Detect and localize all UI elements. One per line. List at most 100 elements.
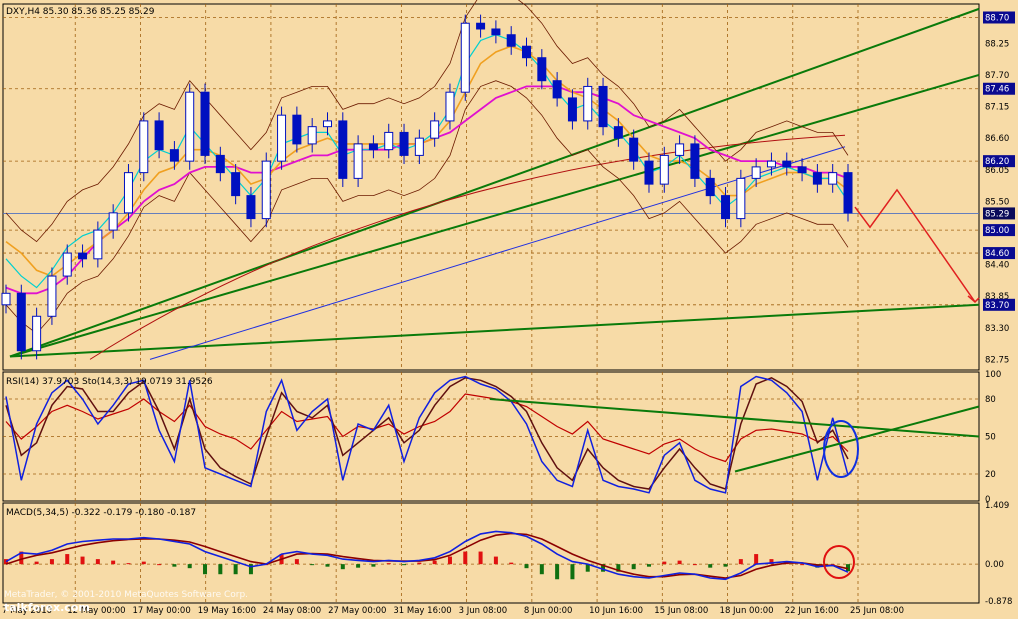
candle-body: [736, 177, 746, 220]
macd-title: MACD(5,34,5) -0.322 -0.179 -0.180 -0.187: [6, 508, 196, 518]
candle-body: [62, 252, 72, 277]
candle-body: [399, 131, 409, 156]
candle-body: [812, 172, 822, 185]
candle-body: [522, 45, 532, 59]
price-axis-label: 82.75: [985, 355, 1009, 365]
price-tag-label: 88.70: [985, 13, 1009, 23]
macd-histogram-bar: [233, 564, 238, 575]
time-axis-label: 3 Jun 08:00: [459, 606, 508, 616]
candle-body: [491, 28, 501, 36]
rsi-axis-label: 80: [985, 395, 996, 405]
macd-histogram-bar: [111, 560, 116, 565]
macd-histogram-bar: [800, 564, 805, 566]
candle-body: [368, 143, 378, 151]
candle-body: [644, 160, 654, 185]
macd-histogram-bar: [509, 562, 514, 565]
time-axis-label: 19 May 16:00: [198, 606, 256, 616]
candle-body: [797, 166, 807, 174]
macd-histogram-bar: [310, 564, 315, 566]
candle-body: [476, 22, 486, 30]
candle-body: [277, 114, 287, 162]
candle-body: [215, 154, 225, 174]
candle-body: [231, 172, 241, 197]
macd-histogram-bar: [325, 564, 330, 567]
candle-body: [32, 315, 42, 352]
macd-histogram-bar: [417, 562, 422, 565]
macd-histogram-bar: [294, 559, 299, 565]
macd-histogram-bar: [356, 564, 361, 568]
candle-body: [185, 91, 195, 162]
macd-histogram-bar: [708, 564, 713, 568]
macd-histogram-bar: [187, 564, 192, 569]
macd-histogram-bar: [126, 563, 131, 565]
macd-histogram-bar: [218, 564, 223, 575]
macd-histogram-bar: [402, 564, 407, 566]
candle-body: [567, 97, 577, 122]
candle-body: [598, 85, 608, 128]
macd-histogram-bar: [447, 556, 452, 565]
time-axis-label: 8 Jun 00:00: [524, 606, 573, 616]
macd-histogram-bar: [463, 551, 468, 565]
time-axis-label: 31 May 16:00: [393, 606, 451, 616]
candle-body: [47, 275, 57, 317]
candle-body: [751, 166, 761, 179]
price-axis-label: 87.70: [985, 71, 1009, 81]
candle-body: [583, 85, 593, 122]
candle-body: [552, 80, 562, 99]
candle-body: [430, 120, 440, 139]
candle-body: [108, 212, 118, 231]
chart-canvas: 1008050200 1.4090.00-0.878 88.7088.2587.…: [0, 0, 1018, 619]
candle-body: [828, 172, 838, 185]
macd-histogram-bar: [677, 560, 682, 565]
macd-histogram-bar: [80, 556, 85, 565]
candle-body: [338, 120, 348, 179]
time-axis-label: 10 Jun 16:00: [589, 606, 643, 616]
price-axis-label: 85.50: [985, 197, 1009, 207]
candle-body: [705, 177, 715, 197]
price-axis-label: 87.15: [985, 103, 1009, 113]
macd-histogram-bar: [631, 564, 636, 570]
rsi-axis-label: 20: [985, 470, 996, 480]
candle-body: [154, 120, 164, 151]
candle-body: [690, 143, 700, 179]
price-axis-label: 84.40: [985, 261, 1009, 271]
time-axis-label: 22 Jun 16:00: [785, 606, 839, 616]
candle-body: [782, 160, 792, 168]
price-tag-label: 87.46: [985, 85, 1009, 95]
time-axis-label: 24 May 08:00: [263, 606, 321, 616]
macd-histogram-bar: [662, 561, 667, 565]
candle-body: [246, 195, 256, 220]
macd-histogram-bar: [478, 551, 483, 565]
price-tag-label: 83.70: [985, 301, 1009, 311]
watermark-copyright: MetaTrader, © 2001-2010 MetaQuotes Softw…: [4, 590, 248, 600]
candle-body: [139, 120, 149, 174]
macd-histogram-bar: [203, 564, 208, 575]
candle-body: [123, 172, 133, 214]
macd-histogram-bar: [754, 554, 759, 565]
candle-body: [659, 154, 669, 185]
rsi-title: RSI(14) 37.9703 Sto(14,3,3) 19.0719 31.9…: [6, 377, 213, 387]
candle-body: [460, 22, 470, 93]
macd-axis-label: 1.409: [985, 501, 1009, 511]
candle-body: [261, 160, 271, 220]
candle-body: [1, 292, 11, 306]
candle-body: [675, 143, 685, 156]
macd-histogram-bar: [539, 564, 544, 575]
candle-body: [384, 131, 394, 151]
candle-body: [93, 229, 103, 260]
macd-histogram-bar: [555, 564, 560, 580]
price-tag-label: 84.60: [985, 249, 1009, 259]
macd-histogram-bar: [371, 564, 376, 567]
candle-body: [629, 137, 639, 162]
price-axis-label: 86.05: [985, 166, 1009, 176]
macd-histogram-bar: [493, 556, 498, 565]
price-axis-label: 83.30: [985, 324, 1009, 334]
macd-histogram-bar: [570, 564, 575, 580]
macd-histogram-bar: [340, 564, 345, 570]
time-axis-label: 25 Jun 08:00: [850, 606, 904, 616]
candle-body: [16, 292, 26, 352]
price-axis-label: 88.25: [985, 39, 1009, 49]
candle-body: [292, 114, 302, 145]
macd-axis-label: -0.878: [985, 597, 1012, 607]
candle-body: [307, 126, 317, 145]
